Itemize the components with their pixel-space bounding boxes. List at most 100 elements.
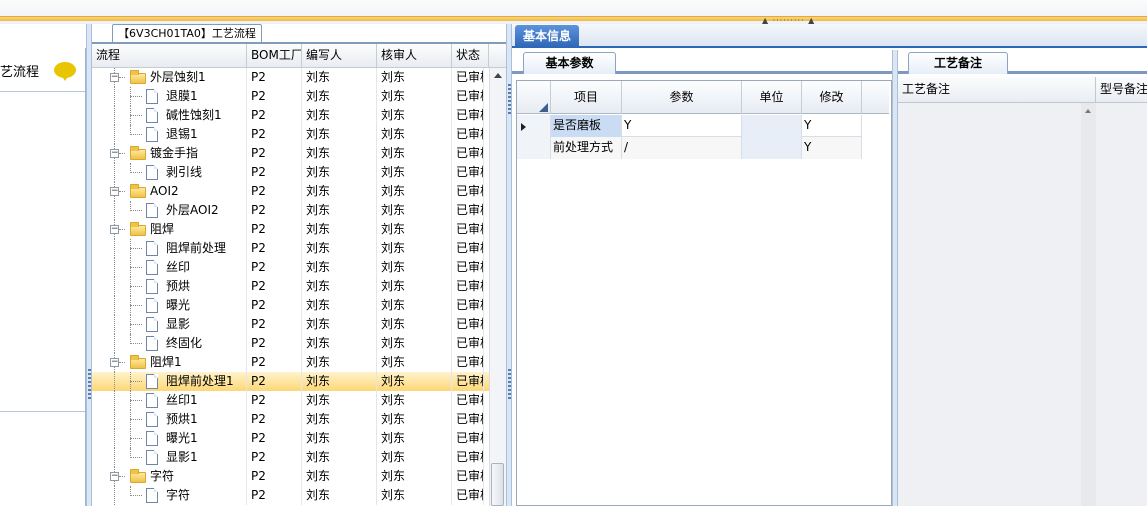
bom-factory-cell[interactable]: P2 [247, 448, 302, 467]
scroll-up-arrow-icon[interactable] [494, 73, 502, 78]
col-header-process-remark[interactable]: 工艺备注 [898, 77, 1096, 103]
tree-row[interactable]: 预烘P2刘东刘东已审核 [92, 277, 489, 296]
reviewer-cell[interactable]: 刘东 [377, 448, 452, 467]
tree-row[interactable]: 丝印P2刘东刘东已审核 [92, 258, 489, 277]
status-cell[interactable]: 已审核 [452, 182, 484, 201]
tree-row[interactable]: −外层蚀刻1P2刘东刘东已审核 [92, 68, 489, 87]
bom-factory-cell[interactable]: P2 [247, 391, 302, 410]
bom-factory-cell[interactable]: P2 [247, 106, 302, 125]
status-cell[interactable]: 已审核 [452, 201, 484, 220]
writer-cell[interactable]: 刘东 [302, 410, 377, 429]
tree-node-cell[interactable]: 阻焊前处理 [92, 239, 247, 258]
reviewer-cell[interactable]: 刘东 [377, 467, 452, 486]
reviewer-cell[interactable]: 刘东 [377, 277, 452, 296]
bom-factory-cell[interactable]: P2 [247, 467, 302, 486]
status-cell[interactable]: 已审核 [452, 296, 484, 315]
splitter-grip-icon[interactable] [508, 369, 511, 399]
tree-row[interactable]: 退锡1P2刘东刘东已审核 [92, 125, 489, 144]
tree-collapse-icon[interactable]: − [110, 225, 119, 234]
tree-row[interactable]: 外层AOI2P2刘东刘东已审核 [92, 201, 489, 220]
tree-node-cell[interactable]: 退锡1 [92, 125, 247, 144]
tree-row[interactable]: 曝光P2刘东刘东已审核 [92, 296, 489, 315]
tab-process-remarks[interactable]: 工艺备注 [908, 52, 1008, 74]
writer-cell[interactable]: 刘东 [302, 201, 377, 220]
writer-cell[interactable]: 刘东 [302, 353, 377, 372]
bom-factory-cell[interactable]: P2 [247, 410, 302, 429]
tab-process-flow[interactable]: 【6V3CH01TA0】工艺流程 [112, 24, 262, 43]
tree-row[interactable]: 终固化P2刘东刘东已审核 [92, 334, 489, 353]
writer-cell[interactable]: 刘东 [302, 334, 377, 353]
param-value-cell[interactable]: Y [622, 115, 742, 137]
tab-basic-info[interactable]: 基本信息 [515, 25, 579, 48]
status-cell[interactable]: 已审核 [452, 87, 484, 106]
writer-cell[interactable]: 刘东 [302, 277, 377, 296]
writer-cell[interactable]: 刘东 [302, 106, 377, 125]
tree-node-cell[interactable]: 字符 [92, 486, 247, 505]
tree-row[interactable]: −阻焊1P2刘东刘东已审核 [92, 353, 489, 372]
tree-collapse-icon[interactable]: − [110, 149, 119, 158]
reviewer-cell[interactable]: 刘东 [377, 87, 452, 106]
bom-factory-cell[interactable]: P2 [247, 277, 302, 296]
tree-row[interactable]: 显影1P2刘东刘东已审核 [92, 448, 489, 467]
bom-factory-cell[interactable]: P2 [247, 334, 302, 353]
param-modify-cell[interactable]: Y [802, 115, 862, 137]
tree-node-cell[interactable]: 显影 [92, 315, 247, 334]
row-indicator[interactable] [517, 137, 551, 159]
param-modify-cell[interactable]: Y [802, 137, 862, 159]
tree-row[interactable]: 预烘1P2刘东刘东已审核 [92, 410, 489, 429]
tab-basic-params[interactable]: 基本参数 [523, 52, 616, 74]
reviewer-cell[interactable]: 刘东 [377, 410, 452, 429]
tree-node-cell[interactable]: − 阻焊 [92, 220, 247, 239]
tree-node-cell[interactable]: 碱性蚀刻1 [92, 106, 247, 125]
tree-node-cell[interactable]: 退膜1 [92, 87, 247, 106]
reviewer-cell[interactable]: 刘东 [377, 182, 452, 201]
tree-node-cell[interactable]: 丝印1 [92, 391, 247, 410]
status-cell[interactable]: 已审核 [452, 277, 484, 296]
bom-factory-cell[interactable]: P2 [247, 87, 302, 106]
tree-row[interactable]: 阻焊前处理P2刘东刘东已审核 [92, 239, 489, 258]
reviewer-cell[interactable]: 刘东 [377, 486, 452, 505]
splitter-grip-icon[interactable] [508, 84, 511, 114]
params-row[interactable]: 是否磨板 Y Y [517, 115, 862, 137]
writer-cell[interactable]: 刘东 [302, 125, 377, 144]
writer-cell[interactable]: 刘东 [302, 163, 377, 182]
writer-cell[interactable]: 刘东 [302, 486, 377, 505]
left-panel-label[interactable]: 艺流程 [0, 61, 39, 80]
tree-node-cell[interactable]: 剥引线 [92, 163, 247, 182]
reviewer-cell[interactable]: 刘东 [377, 391, 452, 410]
reviewer-cell[interactable]: 刘东 [377, 68, 452, 87]
tree-node-cell[interactable]: − 阻焊1 [92, 353, 247, 372]
status-cell[interactable]: 已审核 [452, 372, 484, 391]
tree-collapse-icon[interactable]: − [110, 358, 119, 367]
writer-cell[interactable]: 刘东 [302, 239, 377, 258]
status-cell[interactable]: 已审核 [452, 353, 484, 372]
status-cell[interactable]: 已审核 [452, 448, 484, 467]
reviewer-cell[interactable]: 刘东 [377, 334, 452, 353]
col-header-reviewer[interactable]: 核审人 [377, 44, 452, 68]
writer-cell[interactable]: 刘东 [302, 87, 377, 106]
col-header-flow[interactable]: 流程 [92, 44, 247, 68]
bom-factory-cell[interactable]: P2 [247, 182, 302, 201]
status-cell[interactable]: 已审核 [452, 467, 484, 486]
top-splitter-bar[interactable] [0, 16, 1147, 21]
tree-collapse-icon[interactable]: − [110, 472, 119, 481]
status-cell[interactable]: 已审核 [452, 486, 484, 505]
splitter-grip-icon[interactable] [88, 369, 91, 399]
writer-cell[interactable]: 刘东 [302, 144, 377, 163]
tree-row[interactable]: 丝印1P2刘东刘东已审核 [92, 391, 489, 410]
bom-factory-cell[interactable]: P2 [247, 258, 302, 277]
tree-row[interactable]: 退膜1P2刘东刘东已审核 [92, 87, 489, 106]
tree-node-cell[interactable]: 阻焊前处理1 [92, 372, 247, 391]
status-cell[interactable]: 已审核 [452, 106, 484, 125]
col-header-item[interactable]: 项目 [551, 81, 622, 114]
col-header-model-remark[interactable]: 型号备注 [1096, 77, 1147, 103]
tree-row[interactable]: 阻焊前处理1P2刘东刘东已审核 [92, 372, 489, 391]
col-header-modify[interactable]: 修改 [802, 81, 862, 114]
reviewer-cell[interactable]: 刘东 [377, 296, 452, 315]
status-cell[interactable]: 已审核 [452, 391, 484, 410]
remark-scrollbar[interactable] [1081, 103, 1096, 506]
status-cell[interactable]: 已审核 [452, 334, 484, 353]
tree-row[interactable]: 曝光1P2刘东刘东已审核 [92, 429, 489, 448]
reviewer-cell[interactable]: 刘东 [377, 315, 452, 334]
reviewer-cell[interactable]: 刘东 [377, 201, 452, 220]
